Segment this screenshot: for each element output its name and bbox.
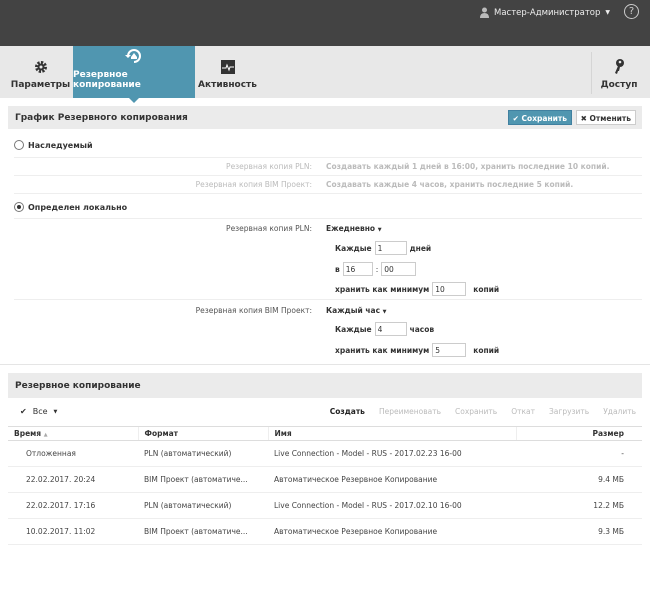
column-size[interactable]: Размер: [515, 426, 642, 441]
column-time[interactable]: Время ▲: [8, 426, 138, 441]
save-button[interactable]: ✔ Сохранить: [507, 110, 572, 125]
tab-access[interactable]: Доступ: [594, 46, 644, 98]
pln-keep-input[interactable]: 10: [432, 282, 467, 296]
activity-icon: [220, 60, 235, 74]
divider: [14, 299, 642, 300]
inherited-bim-value: Создавать каждые 4 часов, хранить послед…: [326, 180, 574, 189]
tab-backup[interactable]: Резервное копирование: [73, 46, 195, 103]
column-format[interactable]: Формат: [137, 426, 268, 441]
backups-title: Резервное копирование: [15, 381, 141, 391]
radio-icon: [14, 202, 24, 212]
select-all-dropdown[interactable]: ✔ Все ▼: [20, 407, 57, 416]
cell-size: 9.3 МБ: [516, 518, 642, 545]
inherited-radio[interactable]: Наследуемый: [14, 140, 93, 150]
table-row[interactable]: Отложенная PLN (автоматический) Live Conne…: [8, 440, 642, 467]
top-bar: Мастер-Администратор ▼ ?: [0, 0, 650, 46]
chevron-down-icon: ▼: [382, 309, 387, 315]
label: дней: [409, 243, 432, 253]
save-backup-button[interactable]: Сохранить: [455, 407, 497, 416]
label: :: [375, 264, 379, 274]
divider: [0, 364, 650, 365]
divider: [14, 193, 642, 194]
cell-size: 12.2 МБ: [516, 492, 642, 519]
label: Каждые: [335, 324, 372, 334]
label: хранить как минимум: [335, 345, 430, 355]
sort-asc-icon: ▲: [43, 432, 48, 438]
pln-days-input[interactable]: 1: [374, 241, 407, 255]
inherited-bim-label: Резервная копия BIM Проект:: [195, 180, 312, 189]
check-icon: ✔: [20, 407, 27, 416]
cell-time: Отложенная: [8, 440, 138, 467]
chevron-down-icon: ▼: [605, 9, 610, 16]
divider: [14, 218, 642, 219]
label: копий: [473, 284, 500, 294]
pln-hour-input[interactable]: 16: [342, 262, 373, 276]
schedule-title: График Резервного копирования: [15, 113, 188, 123]
cell-name: Автоматическое Резервное Копирование: [268, 466, 516, 493]
radio-icon: [14, 140, 24, 150]
cell-name: Live Connection - Model - RUS - 2017.02.…: [268, 440, 516, 467]
cell-format: BIM Проект (автоматиче...: [138, 466, 268, 493]
backups-header: Резервное копирование: [8, 373, 642, 398]
label: часов: [409, 324, 435, 334]
divider: [14, 157, 642, 158]
label: Каждые: [335, 243, 372, 253]
help-icon[interactable]: ?: [624, 4, 639, 19]
user-menu[interactable]: Мастер-Администратор ▼: [480, 7, 610, 18]
table-row[interactable]: 22.02.2017. 17:16 PLN (автоматический) Liv…: [8, 492, 642, 519]
pln-mode-dropdown[interactable]: Ежедневно ▼: [326, 224, 382, 233]
cell-time: 22.02.2017. 17:16: [8, 492, 138, 519]
label: в: [335, 264, 340, 274]
local-radio[interactable]: Определен локально: [14, 202, 127, 212]
tab-divider: [591, 52, 592, 94]
tab-parameters[interactable]: Параметры: [8, 46, 73, 98]
gear-icon: [34, 61, 47, 73]
schedule-header: График Резервного копирования ✔ Сохранит…: [8, 106, 642, 129]
backup-toolbar: Создать Переименовать Сохранить Откат Загруз…: [316, 407, 636, 416]
divider: [14, 175, 642, 176]
user-name: Мастер-Администратор: [494, 7, 601, 18]
cell-time: 22.02.2017. 20:24: [8, 466, 138, 493]
cell-name: Автоматическое Резервное Копирование: [268, 518, 516, 545]
chevron-down-icon: ▼: [53, 408, 58, 415]
local-bim-label: Резервная копия BIM Проект:: [195, 306, 312, 315]
cell-format: BIM Проект (автоматиче...: [138, 518, 268, 545]
cell-time: 10.02.2017. 11:02: [8, 518, 138, 545]
user-icon: [480, 7, 490, 18]
inherited-pln-value: Создавать каждый 1 дней в 16:00, хранить…: [326, 162, 610, 171]
cancel-button[interactable]: ✖ Отменить: [575, 110, 636, 125]
bim-hours-input[interactable]: 4: [374, 322, 407, 336]
cell-size: -: [516, 440, 642, 467]
table-row[interactable]: 22.02.2017. 20:24 BIM Проект (автоматиче.…: [8, 466, 642, 493]
label: копий: [473, 345, 500, 355]
rename-button[interactable]: Переименовать: [379, 407, 441, 416]
label: хранить как минимум: [335, 284, 430, 294]
backups-table: Время ▲ Формат Имя Размер Отложенная PLN …: [8, 426, 642, 545]
inherited-pln-label: Резервная копия PLN:: [226, 162, 312, 171]
pln-minute-input[interactable]: 00: [381, 262, 417, 276]
cell-format: PLN (автоматический): [138, 440, 268, 467]
key-icon: [615, 59, 624, 74]
create-button[interactable]: Создать: [330, 407, 365, 416]
tab-bar: Параметры Резервное копирование Активнос…: [0, 46, 650, 103]
cell-format: PLN (автоматический): [138, 492, 268, 519]
column-name[interactable]: Имя: [267, 426, 516, 441]
delete-button[interactable]: Удалить: [603, 407, 636, 416]
backup-icon: [125, 49, 141, 63]
tab-activity[interactable]: Активность: [195, 46, 260, 98]
bim-keep-input[interactable]: 5: [432, 343, 467, 357]
cell-name: Live Connection - Model - RUS - 2017.02.…: [268, 492, 516, 519]
bim-mode-dropdown[interactable]: Каждый час ▼: [326, 306, 387, 315]
chevron-down-icon: ▼: [377, 227, 382, 233]
table-row[interactable]: 10.02.2017. 11:02 BIM Проект (автоматиче.…: [8, 518, 642, 545]
local-pln-label: Резервная копия PLN:: [226, 224, 312, 233]
cell-size: 9.4 МБ: [516, 466, 642, 493]
rollback-button[interactable]: Откат: [511, 407, 535, 416]
download-button[interactable]: Загрузить: [549, 407, 589, 416]
